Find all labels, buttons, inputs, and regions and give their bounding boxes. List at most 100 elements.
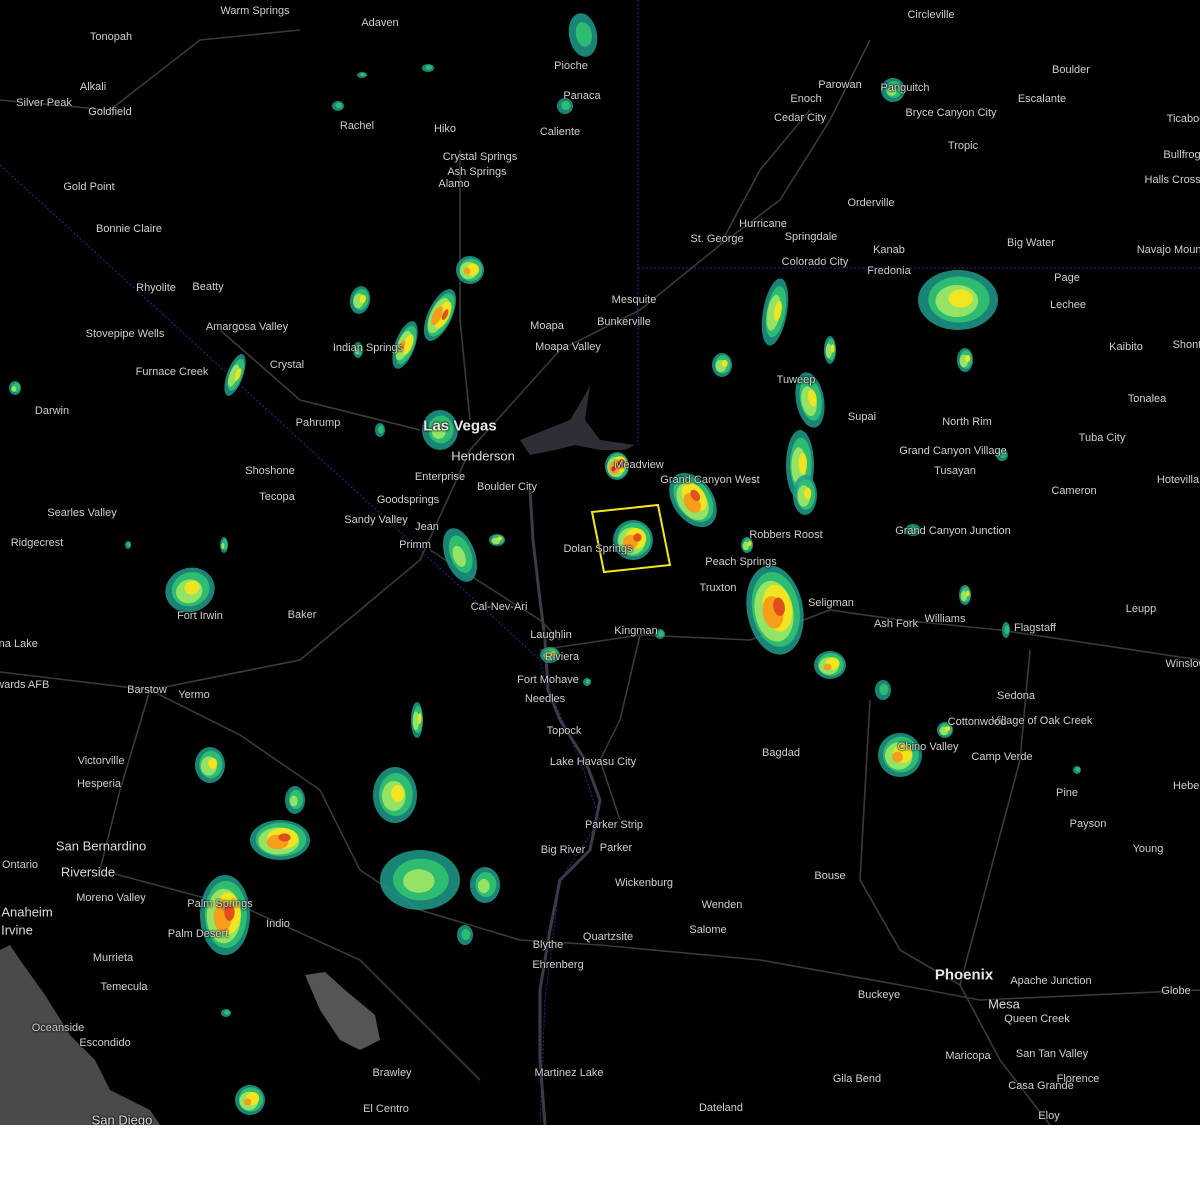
storm-cell [375,423,385,437]
reflectivity-contour [417,713,422,724]
reflectivity-contour [948,289,973,308]
city-label-seligman: Seligman [808,597,854,609]
city-label-adaven: Adaven [361,17,399,29]
storm-cell [332,101,344,111]
storm-cell [285,786,305,814]
storm-cell [456,256,484,284]
city-label-edwards-afb: Edwards AFB [0,679,50,691]
storm-cell [814,651,846,679]
reflectivity-contour [1004,624,1010,635]
city-label-crystal: Crystal [269,359,305,371]
storm-cell [583,678,591,686]
city-label-silver-peak: Silver Peak [16,97,72,109]
city-label-tonalea: Tonalea [1127,393,1167,405]
city-label-williams: Williams [924,613,966,625]
reflectivity-contour [477,878,490,894]
city-label-caliente: Caliente [539,126,581,138]
city-label-ash-fork: Ash Fork [873,618,919,630]
storm-cell [875,680,891,700]
reflectivity-contour [224,1010,230,1015]
radar-map[interactable]: Warm Springs Adaven Tonopah Pioche Circlevil… [0,0,1200,1125]
city-label-escondido: Escondido [79,1037,131,1049]
city-label-beatty: Beatty [192,281,224,293]
city-label-bryce-canyon-city: Bryce Canyon City [905,107,997,119]
city-label-ash-springs: Ash Springs [447,166,507,178]
storm-cell [380,850,460,910]
city-label-hurricane: Hurricane [739,218,787,230]
storm-cell [761,278,789,346]
city-label-sedona: Sedona [997,690,1035,702]
reflectivity-contour [561,100,571,111]
city-label-tusayan: Tusayan [934,465,976,477]
reflectivity-contour [1075,767,1081,772]
city-label-kanab: Kanab [873,244,905,256]
city-label-wenden: Wenden [701,899,743,911]
reflectivity-contour [892,751,903,763]
city-label-globe: Globe [1161,985,1191,997]
city-label-st-george: St. George [690,233,744,245]
storm-cell [712,353,732,377]
city-label-ehrenberg: Ehrenberg [532,959,584,971]
city-label-amargosa-valley: Amargosa Valley [205,321,289,333]
city-label-china-lake: China Lake [0,638,38,650]
city-label-grand-canyon-west: Grand Canyon West [660,474,760,486]
reflectivity-contour [658,630,664,637]
storm-cell [9,381,21,395]
storm-cell [568,13,598,57]
storm-cell [918,270,998,330]
city-label-indian-springs: Indian Springs [332,342,404,354]
city-label-riverside: Riverside [60,864,116,880]
city-label-searles-valley: Searles Valley [47,507,117,519]
storm-cell [250,820,310,860]
reflectivity-contour [965,354,971,363]
city-label-cedar-city: Cedar City [774,112,826,124]
reflectivity-contour [208,758,218,769]
reflectivity-contour [378,425,384,434]
city-label-enoch: Enoch [790,93,822,105]
storm-cell [878,733,922,777]
city-label-moreno-valley: Moreno Valley [76,892,146,904]
city-label-supai: Supai [847,411,877,423]
city-label-gold-point: Gold Point [63,181,115,193]
reflectivity-contour [798,452,807,475]
city-label-cameron: Cameron [1051,485,1097,497]
city-label-jean: Jean [415,521,439,533]
city-label-topock: Topock [546,725,582,737]
city-label-mesquite: Mesquite [611,294,657,306]
city-label-apache-junction: Apache Junction [1010,975,1092,987]
storm-cell [357,72,367,78]
city-label-rhyolite: Rhyolite [136,282,176,294]
reflectivity-contour [965,590,970,597]
city-label-village-of-oak-creek: Village of Oak Creek [991,715,1093,727]
reflectivity-contour [335,102,343,109]
city-label-boulder: Boulder [1052,64,1090,76]
city-label-stovepipe-wells: Stovepipe Wells [85,328,165,340]
city-label-bunkerville: Bunkerville [597,316,651,328]
city-label-crystal-springs: Crystal Springs [442,151,518,163]
city-label-fredonia: Fredonia [867,265,911,277]
city-label-salome: Salome [689,924,727,936]
city-label-victorville: Victorville [77,755,125,767]
city-label-parker: Parker [599,842,633,854]
city-label-halls-crossing: Halls Crossing [1144,174,1200,186]
reflectivity-contour [221,542,225,550]
city-label-primm: Primm [399,539,431,551]
reflectivity-contour [721,359,728,368]
city-label-grand-canyon-junction: Grand Canyon Junction [895,525,1011,537]
reflectivity-contour [127,542,131,547]
city-label-tuweep: Tuweep [776,374,816,386]
reflectivity-contour [960,590,968,602]
city-label-grand-canyon-village: Grand Canyon Village [899,445,1007,457]
storm-cell [125,541,131,549]
city-label-san-diego: San Diego [91,1112,153,1126]
city-label-peach-springs: Peach Springs [705,556,777,568]
city-label-payson: Payson [1069,818,1107,830]
city-label-hesperia: Hesperia [76,778,122,790]
city-label-chino-valley: Chino Valley [897,741,959,753]
storm-cell [195,747,225,783]
city-label-anaheim: Anaheim [1,904,53,920]
reflectivity-contour [830,344,835,353]
storm-cell [1002,622,1010,638]
city-label-lechee: Lechee [1049,299,1087,311]
city-label-tuba-city: Tuba City [1078,432,1126,444]
